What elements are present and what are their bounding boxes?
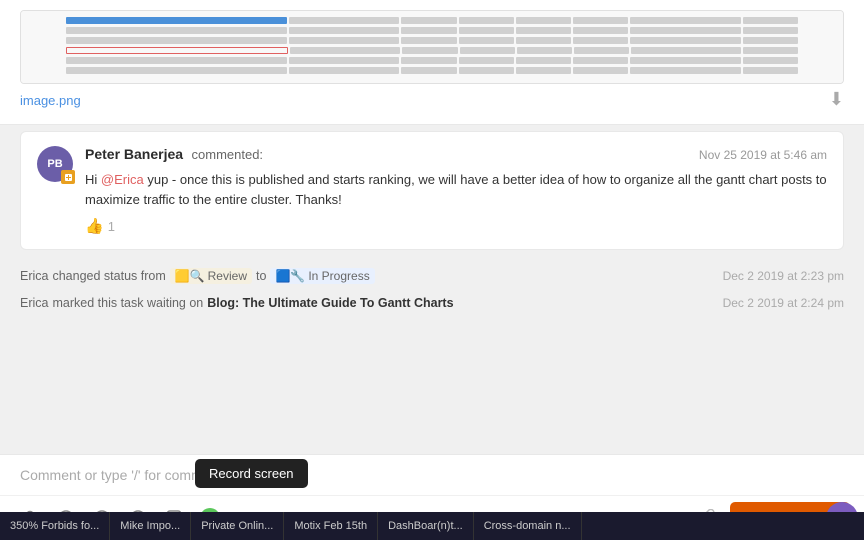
comment-meta: Peter Banerjea commented: <box>85 146 263 164</box>
fake-table <box>62 13 802 81</box>
image-filename[interactable]: image.png <box>20 93 81 108</box>
comment-text-after: yup - once this is published and starts … <box>85 172 827 207</box>
comment-text-before: Hi <box>85 172 97 187</box>
status-change-1: Erica changed status from 🟨🔍 Review to 🟦… <box>0 262 864 290</box>
comment-input-field[interactable]: Comment or type '/' for commands <box>0 455 864 495</box>
waiting-on-link[interactable]: Blog: The Ultimate Guide To Gantt Charts <box>207 296 453 310</box>
status-change-2: Erica marked this task waiting on Blog: … <box>0 290 864 316</box>
comment-text: Hi @Erica yup - once this is published a… <box>85 170 827 209</box>
avatar: PB <box>37 146 73 182</box>
comment-placeholder: Comment or type '/' for commands <box>20 467 233 483</box>
status-to-label: to <box>256 269 266 283</box>
status-timestamp-1: Dec 2 2019 at 2:23 pm <box>723 269 844 283</box>
like-icon[interactable]: 👍 <box>85 217 104 235</box>
from-status-badge: 🟨🔍 Review <box>170 268 252 284</box>
comment-header: Peter Banerjea commented: Nov 25 2019 at… <box>85 146 827 164</box>
taskbar-item-4[interactable]: Motix Feb 15th <box>284 512 378 540</box>
to-status-emoji: 🟦🔧 <box>275 269 305 283</box>
taskbar-item-6[interactable]: Cross-domain n... <box>474 512 582 540</box>
status-timestamp-2: Dec 2 2019 at 2:24 pm <box>723 296 844 310</box>
like-area: 👍 1 <box>85 217 827 235</box>
status-actor-1: Erica <box>20 269 48 283</box>
status-action-1: changed status from <box>52 269 165 283</box>
comment-timestamp: Nov 25 2019 at 5:46 am <box>699 148 827 162</box>
taskbar-item-5[interactable]: DashBoar(n)t... <box>378 512 474 540</box>
comment-content: Peter Banerjea commented: Nov 25 2019 at… <box>85 146 827 235</box>
comment-action: commented: <box>192 147 264 162</box>
from-status-emoji: 🟨🔍 <box>175 269 205 283</box>
status-change-2-text: Erica marked this task waiting on Blog: … <box>20 296 454 310</box>
comment-block: PB Peter Banerjea commented: Nov 25 2019… <box>20 131 844 250</box>
to-status-badge: 🟦🔧 In Progress <box>270 268 374 284</box>
main-container: image.png ⬇ PB Peter Banerjea commented:… <box>0 0 864 540</box>
taskbar-item-3[interactable]: Private Onlin... <box>191 512 284 540</box>
image-area: image.png ⬇ <box>0 0 864 125</box>
image-preview-inner <box>21 11 843 83</box>
comment-mention[interactable]: @Erica <box>101 172 144 187</box>
status-change-1-text: Erica changed status from 🟨🔍 Review to 🟦… <box>20 268 375 284</box>
commenter-name: Peter Banerjea <box>85 146 183 162</box>
status-actor-2: Erica <box>20 296 48 310</box>
to-status-label: In Progress <box>308 269 369 283</box>
taskbar-item-2[interactable]: Mike Impo... <box>110 512 191 540</box>
download-icon[interactable]: ⬇ <box>829 89 844 110</box>
taskbar-item-1[interactable]: 350% Forbids fo... <box>0 512 110 540</box>
status-action-2: marked this task waiting on <box>52 296 203 310</box>
avatar-badge <box>61 170 75 184</box>
like-count: 1 <box>108 219 115 234</box>
image-preview <box>20 10 844 84</box>
from-status-label: Review <box>208 269 247 283</box>
avatar-initials: PB <box>47 158 62 170</box>
taskbar: 350% Forbids fo... Mike Impo... Private … <box>0 512 864 540</box>
